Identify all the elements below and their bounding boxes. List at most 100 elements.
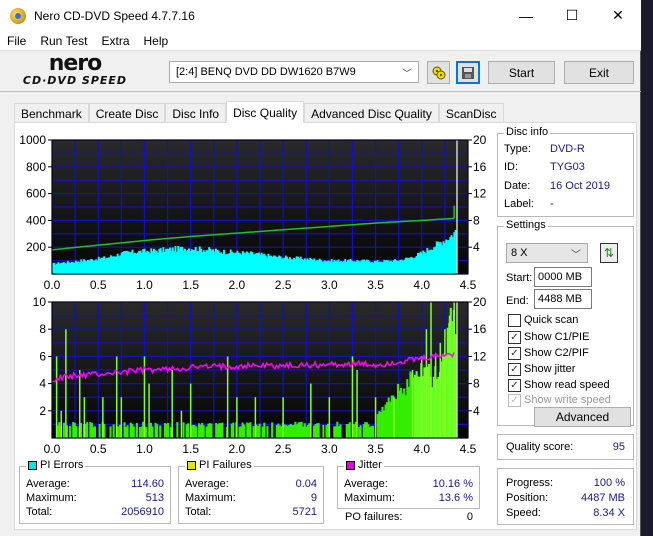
chevron-down-icon: ﹀ [571, 250, 581, 261]
show-write-speed-label: Show write speed [524, 394, 611, 406]
tab-bar: Benchmark Create Disc Disc Info Disc Qua… [14, 101, 504, 123]
refresh-button[interactable]: ⇅ [600, 243, 618, 263]
x-tick-label: 3.5 [367, 442, 384, 455]
progress-value: 100 % [593, 477, 625, 489]
quality-score-label: Quality score: [506, 441, 574, 453]
x-tick-label: 3.0 [321, 278, 338, 291]
pi-failures-bar [98, 423, 101, 438]
app-window: Nero CD-DVD Speed 4.7.7.16 — ☐ ✕ File Ru… [0, 0, 641, 536]
show-c1-pie-label: Show C1/PIE [524, 331, 590, 343]
show-jitter-checkbox[interactable]: ✓ Show jitter [508, 362, 575, 376]
show-c2-pif-label: Show C2/PIF [524, 347, 589, 359]
disc-date-value: 16 Oct 2019 [550, 180, 610, 192]
pi-failures-bar [118, 424, 121, 438]
disc-info-group: Disc info Type: DVD-R ID: TYG03 Date: 16… [497, 126, 634, 217]
menu-extra[interactable]: Extra [94, 34, 136, 48]
show-read-speed-checkbox[interactable]: ✓ Show read speed [508, 378, 610, 392]
pi-errors-maximum: 513 [145, 492, 164, 504]
pi-failures-max-label: Maximum: [185, 492, 236, 504]
minimize-button[interactable]: — [503, 0, 549, 31]
disc-label-label: Label: [504, 198, 534, 210]
pi-failures-average: 0.04 [295, 478, 317, 490]
speed-select-value: 8 X [511, 247, 528, 259]
eject-button[interactable] [427, 61, 450, 84]
end-input[interactable]: 4488 MB [534, 289, 592, 309]
y-tick-label-left: 4 [39, 377, 46, 391]
checkmark-icon: ✓ [508, 393, 521, 407]
speed-select[interactable]: 8 X ﹀ [506, 243, 588, 263]
logo-nero: nero [48, 51, 103, 76]
nero-logo: nero CD·DVD SPEED [10, 51, 140, 90]
x-tick-label: 1.5 [182, 442, 199, 455]
x-tick-label: 0.5 [90, 442, 107, 455]
show-c1-pie-checkbox[interactable]: ✓ Show C1/PIE [508, 330, 589, 344]
checkmark-icon: ✓ [508, 346, 521, 360]
show-c2-pif-checkbox[interactable]: ✓ Show C2/PIF [508, 346, 589, 360]
y-tick-label-left: 6 [39, 349, 46, 363]
po-failures-label: PO failures: [345, 511, 403, 523]
menu-bar: File Run Test Extra Help [0, 31, 641, 51]
menu-help[interactable]: Help [137, 34, 176, 48]
x-tick-label: 1.5 [182, 278, 199, 291]
drive-select[interactable]: [2:4] BENQ DVD DD DW1620 B7W9 ﹀ [169, 61, 419, 83]
advanced-button[interactable]: Advanced [534, 407, 631, 427]
tab-disc-info[interactable]: Disc Info [165, 103, 227, 123]
checkmark-icon: ✓ [508, 330, 521, 344]
pi-failures-bar [348, 422, 351, 438]
chevron-down-icon: ﹀ [402, 69, 412, 80]
start-button[interactable]: Start [488, 61, 555, 84]
y-tick-label-right: 8 [473, 377, 480, 391]
pi-failures-avg-label: Average: [185, 478, 229, 490]
disc-id-value: TYG03 [550, 161, 585, 173]
jitter-swatch [346, 460, 355, 470]
tab-disc-quality[interactable]: Disc Quality [226, 101, 305, 123]
drive-select-value: [2:4] BENQ DVD DD DW1620 B7W9 [176, 66, 356, 78]
pi-failures-bar [221, 422, 224, 438]
pi-errors-title: PI Errors [40, 459, 84, 471]
checkbox-box [508, 313, 521, 327]
tab-create-disc[interactable]: Create Disc [88, 103, 166, 123]
pi-failures-bar [182, 422, 185, 438]
po-failures-value: 0 [466, 511, 473, 523]
x-tick-label: 3.5 [367, 278, 384, 291]
tab-scandisc[interactable]: ScanDisc [438, 103, 504, 123]
pi-failures-chart: 10 8 6 4 2 20 16 12 8 4 0.0 0.5 1.0 1.5 2.0 2.5 3.0 3.5 4.… [33, 295, 487, 455]
x-tick-label: 0.0 [44, 278, 61, 291]
maximize-button[interactable]: ☐ [549, 0, 595, 31]
exit-button[interactable]: Exit [564, 61, 634, 84]
pi-failures-bar [210, 423, 213, 438]
menu-run-test[interactable]: Run Test [33, 34, 94, 48]
start-input[interactable]: 0000 MB [534, 267, 592, 287]
pi-failures-bar [109, 426, 112, 438]
tab-benchmark[interactable]: Benchmark [14, 103, 89, 123]
x-tick-label: 4.0 [413, 278, 430, 291]
save-button[interactable] [456, 61, 480, 84]
quick-scan-checkbox[interactable]: Quick scan [508, 313, 578, 327]
tab-advanced-disc-quality[interactable]: Advanced Disc Quality [304, 103, 439, 123]
pi-failures-total: 5721 [292, 506, 317, 518]
y-tick-label-right: 4 [473, 404, 480, 418]
pi-failures-bar [69, 425, 72, 438]
x-tick-label: 1.0 [136, 278, 153, 291]
toolbar: nero CD·DVD SPEED [2:4] BENQ DVD DD DW16… [0, 52, 641, 92]
jitter-maximum: 13.6 % [438, 492, 473, 504]
pi-failures-bar [166, 423, 170, 438]
pi-failures-bar [243, 424, 246, 438]
menu-file[interactable]: File [0, 34, 33, 48]
x-tick-label: 4.5 [460, 278, 477, 291]
show-write-speed-checkbox: ✓ Show write speed [508, 393, 611, 407]
settings-group: Settings 8 X ﹀ ⇅ Start: 0000 MB End: 448… [497, 219, 634, 427]
floppy-disk-icon [462, 66, 474, 79]
pi-failures-bar [145, 427, 148, 438]
pi-failures-bar [249, 422, 252, 438]
pi-failures-bar [62, 422, 65, 438]
pi-failures-bar [322, 424, 325, 438]
y-tick-label-left: 200 [26, 240, 46, 254]
logo-cd-dvd-speed: CD·DVD SPEED [22, 74, 128, 87]
x-tick-label: 2.5 [275, 278, 292, 291]
y-tick-label-left: 10 [33, 295, 47, 309]
y-tick-label-right: 12 [473, 349, 487, 363]
close-button[interactable]: ✕ [595, 0, 641, 31]
show-jitter-label: Show jitter [524, 363, 576, 375]
pi-failures-bar [176, 422, 179, 438]
